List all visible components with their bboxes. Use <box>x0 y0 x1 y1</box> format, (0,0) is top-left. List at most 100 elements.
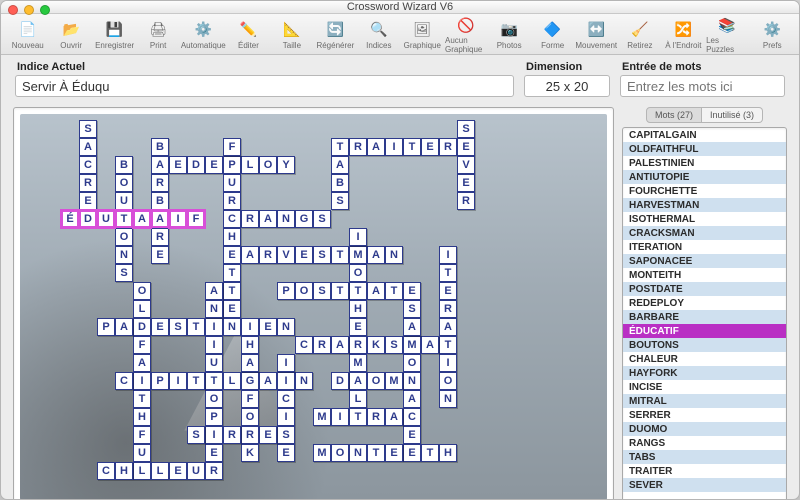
grid-cell[interactable]: A <box>349 372 367 390</box>
grid-cell[interactable]: M <box>403 336 421 354</box>
grid-cell[interactable]: R <box>439 300 457 318</box>
toolbar-aucun-graphique[interactable]: 🚫Aucun Graphique <box>445 14 486 54</box>
grid-cell[interactable]: M <box>313 408 331 426</box>
grid-cell[interactable]: E <box>457 138 475 156</box>
grid-cell[interactable]: A <box>151 210 169 228</box>
word-list[interactable]: CAPITALGAINOLDFAITHFULPALESTINIENANTIUTO… <box>622 127 787 500</box>
word-row[interactable]: POSTDATE <box>623 282 786 296</box>
grid-cell[interactable]: E <box>205 444 223 462</box>
grid-cell[interactable]: O <box>331 444 349 462</box>
word-row[interactable]: HARVESTMAN <box>623 198 786 212</box>
toolbar-automatique[interactable]: ⚙️Automatique <box>181 19 226 50</box>
grid-cell[interactable]: P <box>97 318 115 336</box>
grid-cell[interactable]: I <box>439 246 457 264</box>
grid-cell[interactable]: T <box>421 444 439 462</box>
grid-cell[interactable]: S <box>331 192 349 210</box>
grid-cell[interactable]: R <box>439 138 457 156</box>
grid-cell[interactable]: C <box>97 462 115 480</box>
grid-cell[interactable]: I <box>205 318 223 336</box>
word-row[interactable]: REDEPLOY <box>623 296 786 310</box>
grid-cell[interactable]: T <box>349 282 367 300</box>
grid-cell[interactable]: E <box>259 318 277 336</box>
grid-cell[interactable]: L <box>151 462 169 480</box>
toolbar-graphique[interactable]: 🖼Graphique <box>402 19 443 50</box>
word-row[interactable]: DUOMO <box>623 422 786 436</box>
grid-cell[interactable]: T <box>331 138 349 156</box>
grid-cell[interactable]: A <box>331 156 349 174</box>
grid-cell[interactable]: T <box>439 264 457 282</box>
grid-cell[interactable]: N <box>295 372 313 390</box>
grid-cell[interactable]: É <box>61 210 79 228</box>
grid-cell[interactable]: H <box>223 228 241 246</box>
grid-cell[interactable]: A <box>133 354 151 372</box>
word-row[interactable]: MONTEITH <box>623 268 786 282</box>
grid-cell[interactable]: E <box>277 444 295 462</box>
grid-cell[interactable]: U <box>115 192 133 210</box>
grid-cell[interactable]: C <box>295 336 313 354</box>
grid-cell[interactable]: C <box>277 390 295 408</box>
toolbar-ouvrir[interactable]: 📂Ouvrir <box>50 19 91 50</box>
word-row[interactable]: INCISE <box>623 380 786 394</box>
grid-cell[interactable]: V <box>277 246 295 264</box>
grid-cell[interactable]: U <box>223 174 241 192</box>
grid-cell[interactable]: R <box>151 174 169 192</box>
toolbar-mouvement[interactable]: ↔️Mouvement <box>575 19 617 50</box>
grid-cell[interactable]: O <box>259 156 277 174</box>
grid-cell[interactable]: I <box>133 372 151 390</box>
grid-cell[interactable]: M <box>313 444 331 462</box>
grid-cell[interactable]: M <box>349 354 367 372</box>
entry-input[interactable] <box>620 75 785 97</box>
grid-cell[interactable]: O <box>295 282 313 300</box>
grid-cell[interactable]: N <box>115 246 133 264</box>
grid-cell[interactable]: R <box>313 336 331 354</box>
grid-cell[interactable]: C <box>223 210 241 228</box>
grid-cell[interactable]: P <box>277 282 295 300</box>
grid-cell[interactable]: S <box>313 282 331 300</box>
toolbar-prefs[interactable]: ⚙️Prefs <box>752 19 793 50</box>
grid-cell[interactable]: S <box>79 120 97 138</box>
grid-cell[interactable]: C <box>403 408 421 426</box>
word-row[interactable]: OLDFAITHFUL <box>623 142 786 156</box>
close-icon[interactable] <box>8 5 18 15</box>
grid-cell[interactable]: R <box>241 426 259 444</box>
grid-cell[interactable]: A <box>133 210 151 228</box>
grid-cell[interactable]: A <box>259 210 277 228</box>
grid-cell[interactable]: R <box>349 138 367 156</box>
grid-cell[interactable]: V <box>457 156 475 174</box>
grid-cell[interactable]: E <box>169 462 187 480</box>
grid-cell[interactable]: A <box>385 408 403 426</box>
grid-cell[interactable]: B <box>115 156 133 174</box>
grid-cell[interactable]: S <box>403 300 421 318</box>
grid-cell[interactable]: A <box>421 336 439 354</box>
grid-cell[interactable]: Y <box>277 156 295 174</box>
toolbar-forme[interactable]: 🔷Forme <box>532 19 573 50</box>
grid-cell[interactable]: L <box>241 156 259 174</box>
grid-cell[interactable]: E <box>169 156 187 174</box>
grid-cell[interactable]: F <box>133 336 151 354</box>
grid-cell[interactable]: C <box>79 156 97 174</box>
grid-cell[interactable]: D <box>133 318 151 336</box>
grid-cell[interactable]: P <box>151 372 169 390</box>
toolbar-print[interactable]: 🖨Print <box>137 19 178 50</box>
grid-cell[interactable]: S <box>457 120 475 138</box>
grid-cell[interactable]: U <box>97 210 115 228</box>
grid-cell[interactable]: L <box>133 462 151 480</box>
grid-cell[interactable]: A <box>367 138 385 156</box>
grid-cell[interactable]: U <box>133 444 151 462</box>
grid-cell[interactable]: I <box>349 228 367 246</box>
grid-cell[interactable]: E <box>295 246 313 264</box>
grid-cell[interactable]: F <box>133 426 151 444</box>
grid-cell[interactable]: F <box>223 138 241 156</box>
grid-cell[interactable]: I <box>439 354 457 372</box>
toolbar-photos[interactable]: 📷Photos <box>488 19 529 50</box>
word-row[interactable]: MITRAL <box>623 394 786 408</box>
grid-cell[interactable]: E <box>385 444 403 462</box>
grid-cell[interactable]: E <box>439 282 457 300</box>
grid-cell[interactable]: I <box>277 372 295 390</box>
grid-cell[interactable]: N <box>403 372 421 390</box>
grid-cell[interactable]: U <box>187 462 205 480</box>
grid-cell[interactable]: B <box>151 192 169 210</box>
grid-cell[interactable]: R <box>223 192 241 210</box>
word-row[interactable]: ITERATION <box>623 240 786 254</box>
grid-cell[interactable]: S <box>187 426 205 444</box>
